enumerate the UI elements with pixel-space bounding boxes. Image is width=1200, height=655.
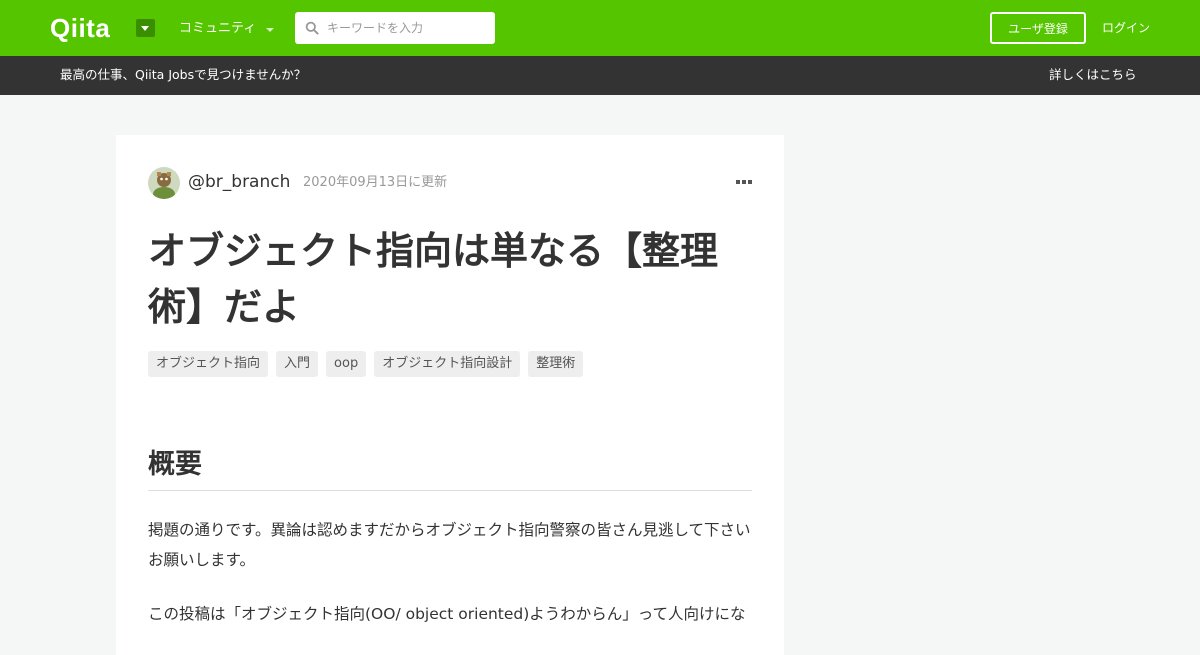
jobs-banner-text: 最高の仕事、Qiita Jobsで見つけませんか？ [60, 67, 307, 82]
heading-divider [148, 490, 752, 491]
tag-item[interactable]: 入門 [276, 351, 319, 377]
updated-date: 2020年09月13日に更新 [303, 175, 448, 190]
community-menu[interactable]: コミュニティ [179, 21, 275, 37]
tag-item[interactable]: オブジェクト指向 [148, 351, 269, 377]
top-navigation-bar: Qiita コミュニティ ユーザ登録 ログイン [0, 0, 1200, 56]
avatar-image [148, 167, 180, 199]
section-heading: 概要 [148, 449, 202, 480]
article-paragraph: この投稿は「オブジェクト指向(OO/ object oriented)ようわから… [148, 605, 746, 623]
qiita-logo[interactable]: Qiita [50, 14, 110, 42]
author-username[interactable]: @br_branch [188, 172, 290, 192]
tag-item[interactable]: 整理術 [528, 351, 584, 377]
article-card: @br_branch 2020年09月13日に更新 オブジェクト指向は単なる【整… [116, 135, 784, 655]
jobs-banner-link[interactable]: 詳しくはこちら [1049, 67, 1137, 83]
search-box[interactable] [295, 12, 495, 44]
chevron-down-icon [266, 27, 275, 32]
tag-item[interactable]: オブジェクト指向設計 [374, 351, 521, 377]
signup-button[interactable]: ユーザ登録 [990, 12, 1086, 44]
tag-list: オブジェクト指向 入門 oop オブジェクト指向設計 整理術 [148, 351, 584, 377]
more-horizontal-icon[interactable] [736, 179, 752, 185]
jobs-banner: 最高の仕事、Qiita Jobsで見つけませんか？ 詳しくはこちら [0, 56, 1200, 95]
avatar[interactable] [148, 167, 180, 199]
search-input[interactable] [327, 12, 487, 44]
article-title: オブジェクト指向は単なる【整理術】だよ [148, 229, 719, 329]
tag-item[interactable]: oop [326, 351, 367, 377]
article-paragraph: 掲題の通りです。異論は認めますだからオブジェクト指向警察の皆さん見逃して下さいお… [148, 521, 751, 569]
community-label: コミュニティ [179, 21, 257, 36]
caret-down-icon[interactable] [136, 19, 155, 37]
search-icon [305, 21, 319, 35]
login-link[interactable]: ログイン [1102, 20, 1150, 36]
